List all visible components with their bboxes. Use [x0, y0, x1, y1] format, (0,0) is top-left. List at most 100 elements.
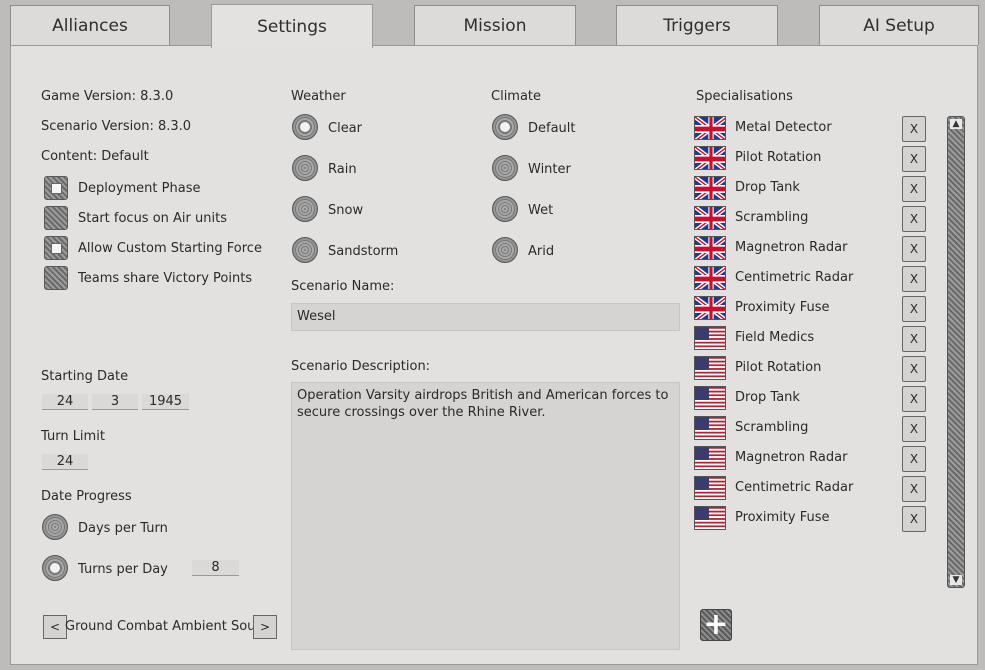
climate-winter-radio[interactable]: [492, 155, 518, 181]
specialisation-row: Drop Tank X: [694, 386, 929, 412]
us-flag-icon: [694, 476, 726, 500]
custom-starting-force-checkbox[interactable]: [44, 236, 68, 260]
uk-flag-icon: [694, 146, 726, 170]
specialisation-row: Pilot Rotation X: [694, 146, 929, 172]
turn-limit-field[interactable]: 24: [42, 454, 88, 470]
tab-alliances[interactable]: Alliances: [10, 5, 170, 45]
specialisations-scrollbar[interactable]: ▲ ▼: [947, 116, 965, 588]
uk-flag-icon: [694, 116, 726, 140]
specialisation-row: Metal Detector X: [694, 116, 929, 142]
specialisation-name: Proximity Fuse: [735, 300, 830, 315]
remove-specialisation-button[interactable]: X: [902, 296, 926, 322]
weather-snow-radio[interactable]: [292, 196, 318, 222]
tab-ai-setup[interactable]: AI Setup: [819, 5, 979, 45]
weather-clear-radio[interactable]: [292, 114, 318, 140]
add-specialisation-button[interactable]: +: [700, 609, 732, 641]
specialisation-name: Magnetron Radar: [735, 240, 848, 255]
deployment-phase-label: Deployment Phase: [78, 181, 201, 196]
remove-specialisation-button[interactable]: X: [902, 326, 926, 352]
remove-specialisation-button[interactable]: X: [902, 416, 926, 442]
climate-label: Climate: [491, 89, 542, 104]
remove-specialisation-button[interactable]: X: [902, 506, 926, 532]
remove-specialisation-button[interactable]: X: [902, 206, 926, 232]
remove-specialisation-button[interactable]: X: [902, 146, 926, 172]
remove-specialisation-button[interactable]: X: [902, 446, 926, 472]
remove-specialisation-button[interactable]: X: [902, 356, 926, 382]
specialisation-name: Metal Detector: [735, 120, 832, 135]
specialisation-row: Proximity Fuse X: [694, 296, 929, 322]
specialisation-row: Proximity Fuse X: [694, 506, 929, 532]
specialisations-label: Specialisations: [696, 89, 793, 104]
specialisation-row: Pilot Rotation X: [694, 356, 929, 382]
specialisation-row: Centimetric Radar X: [694, 266, 929, 292]
specialisation-row: Drop Tank X: [694, 176, 929, 202]
days-per-turn-radio[interactable]: [42, 514, 68, 540]
specialisation-row: Field Medics X: [694, 326, 929, 352]
specialisation-name: Centimetric Radar: [735, 270, 854, 285]
share-victory-points-checkbox[interactable]: [44, 266, 68, 290]
game-version: Game Version: 8.3.0: [41, 89, 174, 104]
climate-wet-label: Wet: [528, 203, 554, 218]
remove-specialisation-button[interactable]: X: [902, 116, 926, 142]
tab-settings[interactable]: Settings: [211, 4, 373, 48]
remove-specialisation-button[interactable]: X: [902, 266, 926, 292]
specialisation-name: Pilot Rotation: [735, 360, 822, 375]
us-flag-icon: [694, 446, 726, 470]
us-flag-icon: [694, 506, 726, 530]
check-mark-icon: [50, 182, 62, 194]
ambient-sound-prev-button[interactable]: <: [43, 615, 67, 639]
climate-wet-radio[interactable]: [492, 196, 518, 222]
uk-flag-icon: [694, 266, 726, 290]
check-mark-icon: [50, 242, 62, 254]
specialisation-name: Drop Tank: [735, 390, 800, 405]
specialisation-row: Scrambling X: [694, 206, 929, 232]
uk-flag-icon: [694, 236, 726, 260]
ambient-sound-label: Ground Combat Ambient Sound: [65, 619, 255, 634]
specialisation-row: Scrambling X: [694, 416, 929, 442]
weather-clear-label: Clear: [328, 121, 362, 136]
turns-per-day-field[interactable]: 8: [192, 560, 239, 576]
date-progress-label: Date Progress: [41, 489, 132, 504]
turns-per-day-radio[interactable]: [42, 555, 68, 581]
radio-selected-dot-icon: [499, 121, 511, 133]
remove-specialisation-button[interactable]: X: [902, 176, 926, 202]
specialisation-name: Field Medics: [735, 330, 815, 345]
start-focus-air-checkbox[interactable]: [44, 206, 68, 230]
scroll-up-icon[interactable]: ▲: [950, 119, 962, 129]
specialisation-row: Magnetron Radar X: [694, 446, 929, 472]
remove-specialisation-button[interactable]: X: [902, 236, 926, 262]
uk-flag-icon: [694, 176, 726, 200]
climate-default-radio[interactable]: [492, 114, 518, 140]
start-focus-air-label: Start focus on Air units: [78, 211, 227, 226]
starting-date-label: Starting Date: [41, 369, 129, 384]
scenario-name-input[interactable]: Wesel: [291, 303, 680, 331]
scenario-description-input[interactable]: Operation Varsity airdrops British and A…: [291, 382, 680, 650]
specialisation-name: Centimetric Radar: [735, 480, 854, 495]
weather-rain-radio[interactable]: [292, 155, 318, 181]
weather-rain-label: Rain: [328, 162, 357, 177]
radio-selected-dot-icon: [299, 121, 311, 133]
tab-triggers[interactable]: Triggers: [616, 5, 778, 45]
climate-arid-label: Arid: [528, 244, 555, 259]
start-day-field[interactable]: 24: [42, 394, 88, 410]
remove-specialisation-button[interactable]: X: [902, 386, 926, 412]
custom-starting-force-label: Allow Custom Starting Force: [78, 241, 262, 256]
climate-default-label: Default: [528, 121, 576, 136]
weather-snow-label: Snow: [328, 203, 364, 218]
remove-specialisation-button[interactable]: X: [902, 476, 926, 502]
scenario-name-label: Scenario Name:: [291, 279, 395, 294]
weather-sandstorm-radio[interactable]: [292, 237, 318, 263]
start-year-field[interactable]: 1945: [142, 394, 189, 410]
tab-bar: Alliances Settings Mission Triggers AI S…: [0, 0, 985, 48]
tab-mission[interactable]: Mission: [414, 5, 576, 45]
specialisation-name: Proximity Fuse: [735, 510, 830, 525]
scroll-down-icon[interactable]: ▼: [950, 575, 962, 585]
deployment-phase-checkbox[interactable]: [44, 176, 68, 200]
specialisation-name: Scrambling: [735, 210, 809, 225]
start-month-field[interactable]: 3: [92, 394, 138, 410]
turn-limit-label: Turn Limit: [41, 429, 105, 444]
ambient-sound-next-button[interactable]: >: [253, 615, 277, 639]
climate-winter-label: Winter: [528, 162, 571, 177]
us-flag-icon: [694, 416, 726, 440]
climate-arid-radio[interactable]: [492, 237, 518, 263]
